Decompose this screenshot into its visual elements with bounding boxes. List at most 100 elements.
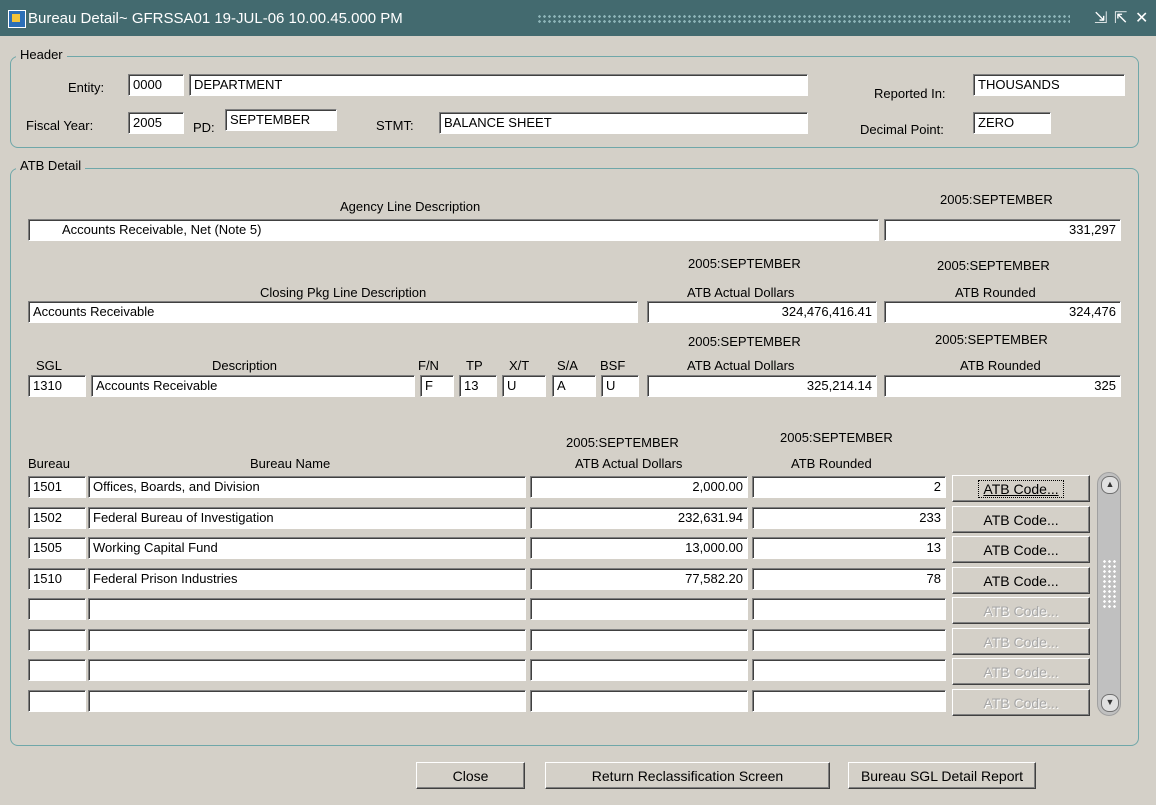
bureau-actual-field[interactable] [530,629,748,651]
bureau-rounded-period-header: 2005:SEPTEMBER [780,430,893,445]
atb-code-button-label: ATB Code... [983,633,1059,650]
bureau-code-field[interactable]: 1501 [28,476,86,498]
bureau-rounded-field[interactable]: 13 [752,537,946,559]
agency-line-description-field[interactable]: Accounts Receivable, Net (Note 5) [28,219,879,241]
title-bar-grip [537,14,1070,24]
agency-line-description-header: Agency Line Description [340,199,481,214]
bureau-code-field[interactable] [28,659,86,681]
scroll-up-icon[interactable]: ▲ [1101,476,1119,494]
bureau-name-field[interactable]: Working Capital Fund [88,537,526,559]
agency-amount-field[interactable]: 331,297 [884,219,1121,241]
bureau-actual-field[interactable]: 77,582.20 [530,568,748,590]
bureau-name-field[interactable] [88,690,526,712]
bureau-rounded-field[interactable] [752,629,946,651]
bureau-actual-field[interactable] [530,659,748,681]
atb-code-button[interactable]: ATB Code... [952,689,1090,716]
minimize-icon[interactable]: ⇲ [1094,8,1107,28]
atb-code-button[interactable]: ATB Code... [952,475,1090,502]
atb-code-button-label: ATB Code... [978,479,1064,498]
scroll-thumb[interactable] [1102,559,1116,609]
bureau-actual-field[interactable] [530,690,748,712]
atb-code-button[interactable]: ATB Code... [952,536,1090,563]
atb-code-button-label: ATB Code... [983,663,1059,680]
closing-pkg-line-description-field[interactable]: Accounts Receivable [28,301,638,323]
bureau-name-field[interactable] [88,659,526,681]
closing-rounded-header: ATB Rounded [955,285,1036,300]
bureau-actual-field[interactable]: 2,000.00 [530,476,748,498]
closing-actual-field[interactable]: 324,476,416.41 [647,301,877,323]
bureau-rounded-field[interactable]: 78 [752,568,946,590]
bureau-header: Bureau [28,456,70,471]
close-button[interactable]: Close [416,762,525,789]
sgl-actual-header: ATB Actual Dollars [687,358,795,373]
closing-actual-period-header: 2005:SEPTEMBER [688,256,801,271]
xt-header: X/T [509,358,530,373]
tp-field[interactable]: 13 [459,375,497,397]
sa-field[interactable]: A [552,375,596,397]
close-icon[interactable]: ✕ [1135,8,1148,28]
atb-code-button[interactable]: ATB Code... [952,567,1090,594]
bureau-scrollbar[interactable]: ▲ ▼ [1097,472,1121,716]
bureau-name-field[interactable]: Federal Bureau of Investigation [88,507,526,529]
decimal-point-field[interactable]: ZERO [973,112,1051,134]
entity-name-field[interactable]: DEPARTMENT [189,74,808,96]
sgl-description-header: Description [212,358,278,373]
sgl-actual-field[interactable]: 325,214.14 [647,375,877,397]
atb-code-button[interactable]: ATB Code... [952,628,1090,655]
bsf-header: BSF [600,358,626,373]
atb-detail-legend: ATB Detail [16,158,86,173]
bureau-actual-field[interactable]: 13,000.00 [530,537,748,559]
entity-label: Entity: [68,80,105,95]
sgl-rounded-header: ATB Rounded [960,358,1041,373]
bureau-sgl-detail-report-button[interactable]: Bureau SGL Detail Report [848,762,1036,789]
bureau-code-field[interactable]: 1502 [28,507,86,529]
bureau-name-field[interactable]: Offices, Boards, and Division [88,476,526,498]
fn-field[interactable]: F [420,375,454,397]
pd-field[interactable]: SEPTEMBER [225,109,337,131]
bureau-rounded-field[interactable] [752,659,946,681]
closing-rounded-field[interactable]: 324,476 [884,301,1121,323]
atb-code-button[interactable]: ATB Code... [952,597,1090,624]
header-frame [10,56,1139,148]
bureau-code-field[interactable]: 1510 [28,568,86,590]
bureau-code-field[interactable] [28,629,86,651]
maximize-icon[interactable]: ⇱ [1114,8,1127,28]
bureau-name-field[interactable] [88,629,526,651]
bureau-rounded-field[interactable]: 2 [752,476,946,498]
return-reclassification-button[interactable]: Return Reclassification Screen [545,762,830,789]
atb-code-button[interactable]: ATB Code... [952,658,1090,685]
bureau-name-field[interactable]: Federal Prison Industries [88,568,526,590]
bureau-actual-field[interactable]: 232,631.94 [530,507,748,529]
bureau-code-field[interactable]: 1505 [28,537,86,559]
scroll-down-icon[interactable]: ▼ [1101,694,1119,712]
stmt-label: STMT: [376,118,414,133]
fn-header: F/N [418,358,439,373]
bureau-name-header: Bureau Name [250,456,331,471]
sgl-rounded-field[interactable]: 325 [884,375,1121,397]
bsf-field[interactable]: U [601,375,639,397]
bureau-actual-header: ATB Actual Dollars [575,456,683,471]
entity-code-field[interactable]: 0000 [128,74,184,96]
atb-code-button-label: ATB Code... [983,572,1059,589]
closing-actual-header: ATB Actual Dollars [687,285,795,300]
sgl-description-field[interactable]: Accounts Receivable [91,375,415,397]
sgl-field[interactable]: 1310 [28,375,86,397]
xt-field[interactable]: U [502,375,546,397]
bureau-code-field[interactable] [28,690,86,712]
reported-in-field[interactable]: THOUSANDS [973,74,1125,96]
bureau-code-field[interactable] [28,598,86,620]
bureau-name-field[interactable] [88,598,526,620]
atb-code-button-label: ATB Code... [983,694,1059,711]
bureau-rounded-field[interactable]: 233 [752,507,946,529]
stmt-field[interactable]: BALANCE SHEET [439,112,808,134]
fiscal-year-field[interactable]: 2005 [128,112,184,134]
atb-code-button[interactable]: ATB Code... [952,506,1090,533]
atb-code-button-label: ATB Code... [983,511,1059,528]
atb-code-button-label: ATB Code... [983,602,1059,619]
header-legend: Header [16,47,67,62]
bureau-rounded-field[interactable] [752,690,946,712]
closing-rounded-period-header: 2005:SEPTEMBER [937,258,1050,273]
bureau-rounded-field[interactable] [752,598,946,620]
bureau-actual-field[interactable] [530,598,748,620]
decimal-point-label: Decimal Point: [860,122,944,137]
